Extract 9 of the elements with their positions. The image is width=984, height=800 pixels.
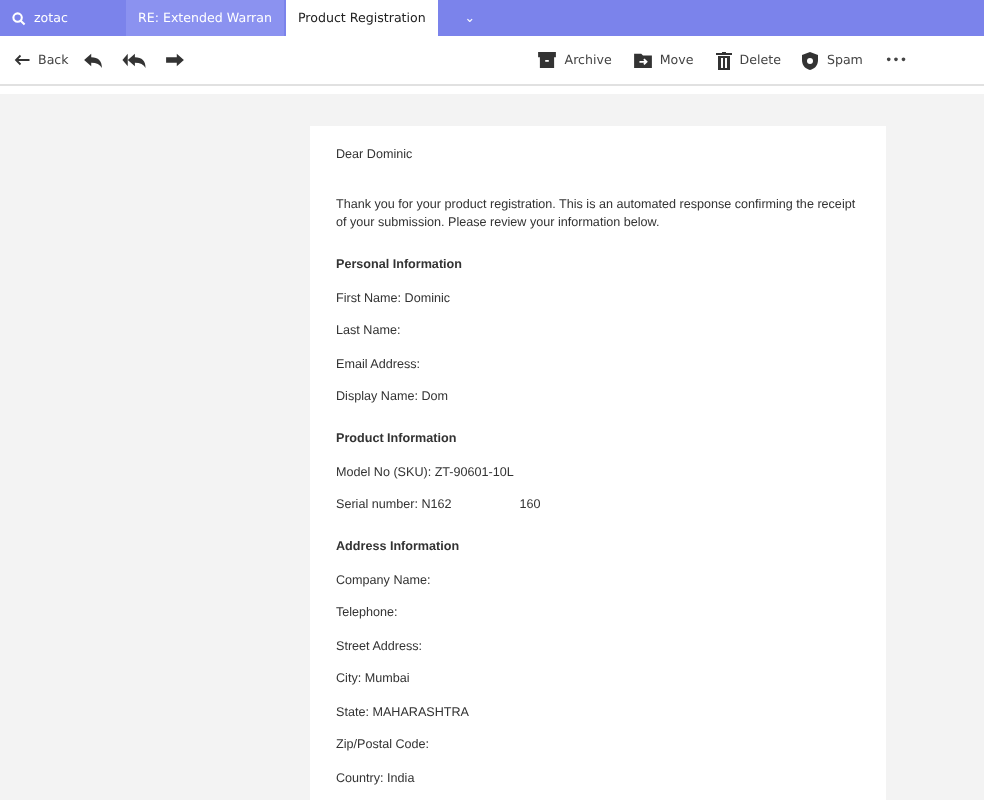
archive-box-icon	[538, 52, 557, 68]
forward-icon	[166, 52, 185, 68]
shield-icon	[802, 51, 819, 69]
reply-icon	[84, 52, 103, 68]
trash-icon	[715, 51, 732, 69]
folder-icon	[633, 52, 652, 68]
search-icon	[12, 11, 26, 25]
reply-all-icon	[122, 52, 147, 68]
back-arrow-icon	[14, 54, 30, 66]
